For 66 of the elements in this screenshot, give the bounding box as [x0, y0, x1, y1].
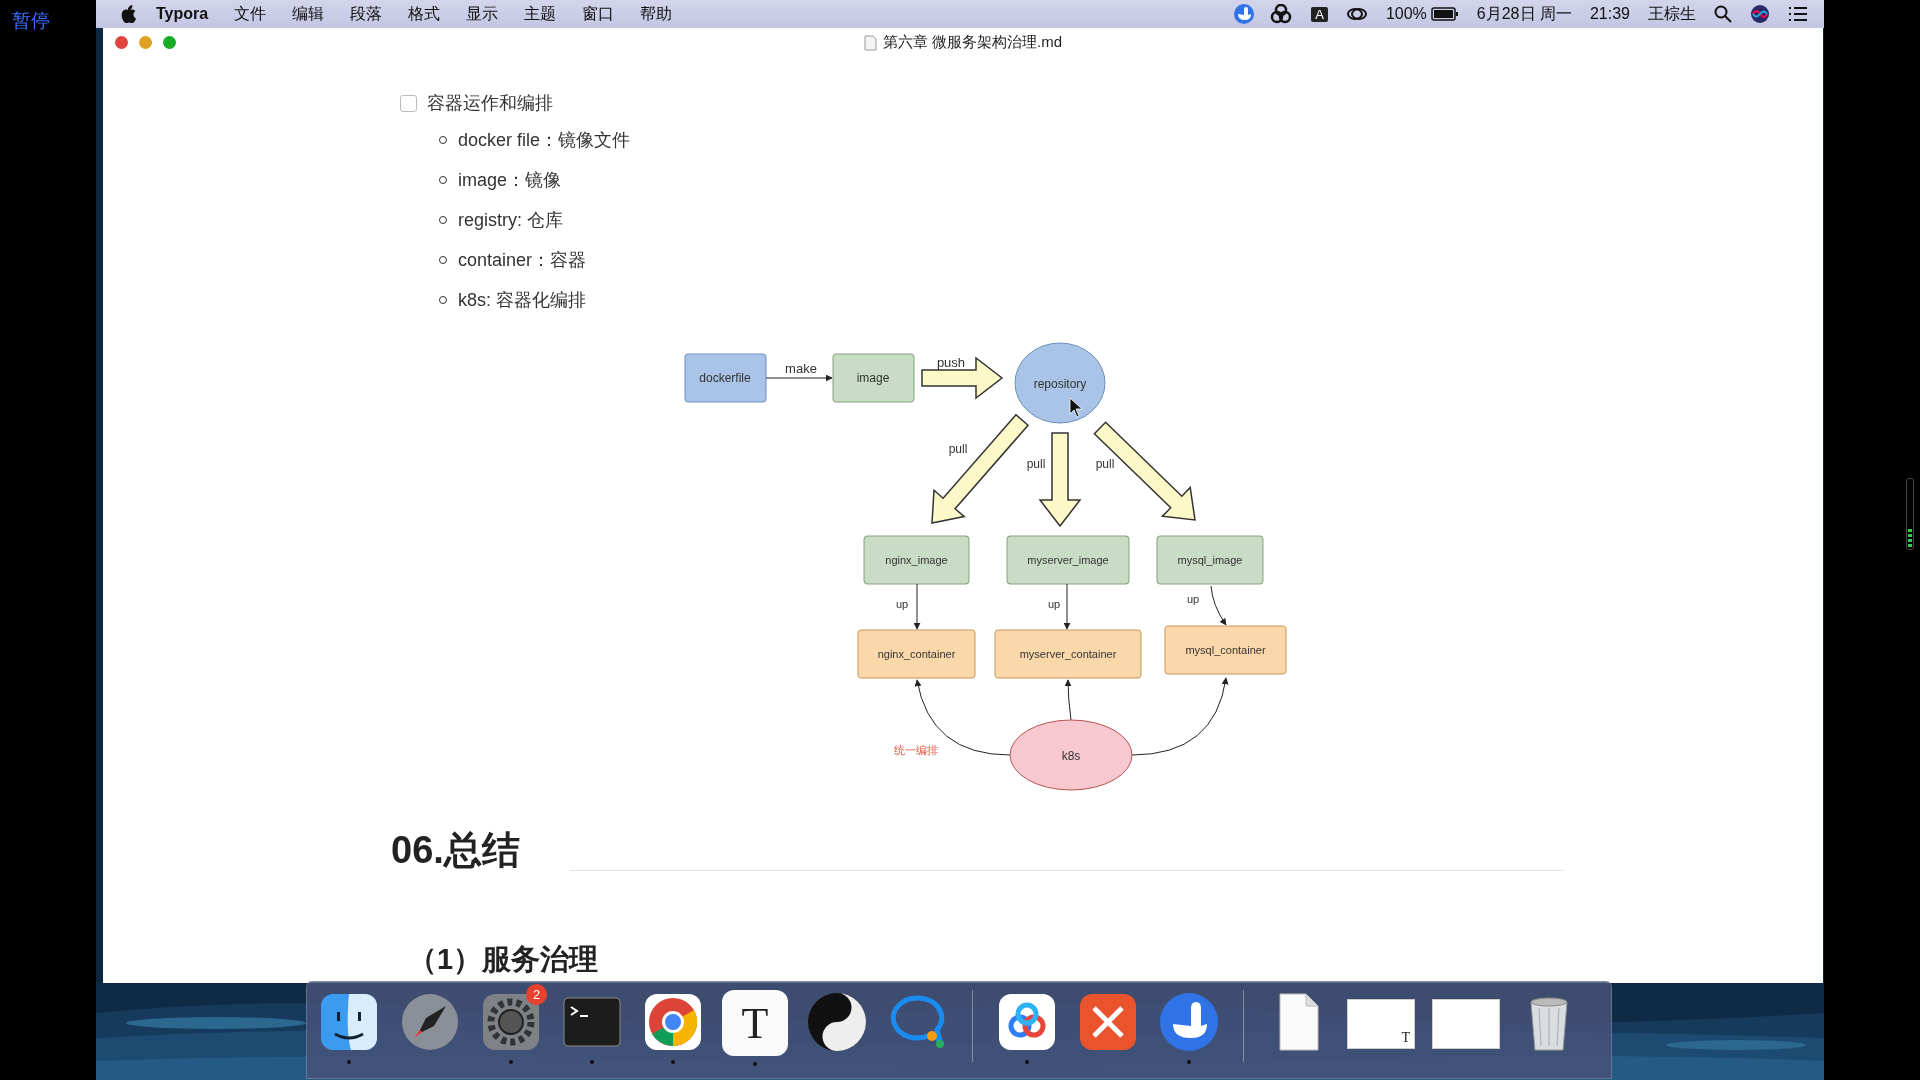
- siri-icon[interactable]: [1750, 4, 1770, 24]
- arrow-label: make: [785, 361, 817, 376]
- list-item: registry: 仓库: [458, 209, 563, 232]
- up-arrow: [913, 583, 921, 630]
- subsection-heading: （1）服务治理: [408, 944, 600, 975]
- arrow-label: up: [1186, 593, 1200, 605]
- window-thumbnail[interactable]: T: [1347, 999, 1415, 1049]
- duck-icon[interactable]: [1233, 3, 1256, 25]
- list-item: container：容器: [458, 249, 587, 272]
- menu-item[interactable]: 编辑: [292, 3, 325, 25]
- search-icon[interactable]: [1714, 5, 1732, 23]
- node-label: myserver_image: [1027, 554, 1109, 566]
- arrow-label: push: [936, 355, 966, 370]
- arrow-label: pull: [1095, 457, 1115, 471]
- up-arrow: [1210, 585, 1227, 626]
- cursor-icon: [1069, 397, 1083, 418]
- battery-icon[interactable]: [1430, 7, 1459, 21]
- node-label: mysql_container: [1185, 644, 1266, 656]
- battery-percentage: 100%: [1385, 5, 1427, 23]
- node-label: dockerfile: [699, 371, 751, 385]
- list-item: docker file：镜像文件: [458, 129, 631, 152]
- up-arrow: [1063, 583, 1071, 630]
- orchestration-arrow: [1064, 679, 1072, 721]
- menu-item[interactable]: 主题: [524, 3, 557, 25]
- list-item: image：镜像: [458, 169, 562, 192]
- arrow-label: up: [1047, 598, 1061, 610]
- arrow-label: pull: [948, 442, 968, 456]
- note-label: 统一编排: [894, 744, 938, 756]
- volume-meter-icon: [1906, 478, 1914, 550]
- clock-label[interactable]: 21:39: [1589, 5, 1630, 23]
- zoom-button[interactable]: [163, 35, 176, 49]
- section-heading: 06.总结: [391, 828, 520, 873]
- node-label: nginx_image: [885, 554, 948, 566]
- menu-item[interactable]: 文件: [234, 3, 267, 25]
- arrow-label: pull: [1026, 457, 1046, 471]
- window-title: 第六章 微服务架构治理.md: [882, 33, 1063, 52]
- duck-icon[interactable]: [1157, 990, 1221, 1054]
- date-label[interactable]: 6月28日 周一: [1476, 3, 1572, 25]
- apple-icon[interactable]: [120, 5, 136, 23]
- node-label: k8s: [1061, 749, 1081, 763]
- list-icon[interactable]: [1788, 6, 1808, 22]
- menu-item[interactable]: 显示: [466, 3, 499, 25]
- node-label: mysql_image: [1177, 554, 1243, 566]
- node-label: myserver_container: [1019, 648, 1117, 660]
- input-source-indicator[interactable]: A: [1311, 6, 1328, 22]
- app-menu[interactable]: Typora: [156, 5, 209, 23]
- user-name[interactable]: 王棕生: [1648, 3, 1696, 25]
- task-label: 容器运作和编排: [427, 92, 553, 115]
- menu-item[interactable]: 段落: [350, 3, 383, 25]
- document-icon: [863, 34, 877, 51]
- arrow-label: up: [895, 598, 909, 610]
- pause-label: 暂停: [12, 9, 50, 33]
- menu-item[interactable]: 格式: [408, 3, 441, 25]
- close-button[interactable]: [115, 35, 128, 49]
- window-thumbnail[interactable]: [1432, 999, 1500, 1049]
- notification-badge: 2: [526, 984, 547, 1005]
- yin-yang-icon[interactable]: [805, 990, 869, 1054]
- make-arrow: [765, 374, 833, 382]
- task-checkbox[interactable]: [400, 94, 417, 112]
- menu-item[interactable]: 帮助: [640, 3, 673, 25]
- menu-item[interactable]: 窗口: [582, 3, 615, 25]
- node-label: image: [856, 371, 890, 385]
- list-item: k8s: 容器化编排: [458, 289, 586, 312]
- typora-icon[interactable]: T: [722, 990, 788, 1056]
- node-label: nginx_container: [877, 648, 956, 660]
- node-label: repository: [1033, 377, 1087, 391]
